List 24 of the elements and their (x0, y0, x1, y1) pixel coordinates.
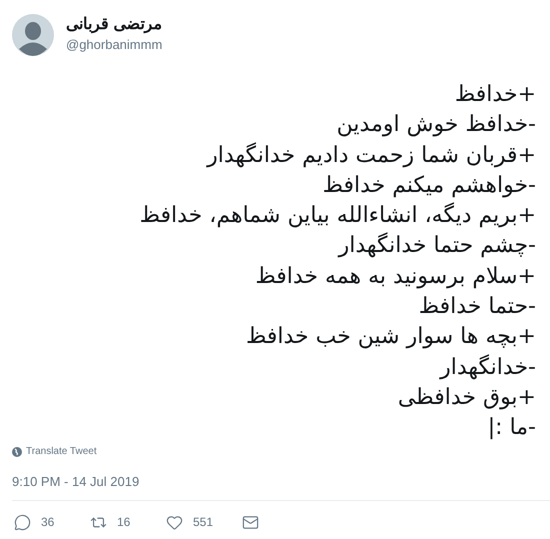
tweet-timestamp[interactable]: 9:10 PM - 14 Jul 2019 (12, 472, 140, 492)
reply-button[interactable]: 36 (14, 513, 54, 531)
avatar-icon[interactable] (12, 14, 54, 56)
tweet-text-line: -چشم حتما خدانگهدار (338, 231, 536, 260)
tweet-text-line: -ما :| (488, 414, 536, 442)
tweet-text-line: +قربان شما زحمت دادیم خدانگهدار (207, 141, 536, 170)
tweet-text-line: -خدانگهدار (440, 353, 536, 382)
author-handle[interactable]: @ghorbanimmm (66, 35, 162, 55)
retweet-button[interactable]: 16 (90, 513, 130, 531)
heart-icon (166, 514, 183, 530)
tweet-text-line: +سلام برسونید به همه خدافظ (255, 262, 536, 291)
reply-icon (14, 514, 31, 530)
translate-link[interactable]: Translate Tweet (26, 444, 97, 459)
tweet-text-line: +خدافظ (454, 81, 536, 109)
message-button[interactable] (242, 514, 259, 530)
tweet-text-line: -خواهشم میکنم خدافظ (322, 172, 536, 200)
tweet-text-line: -خدافظ خوش اومدین (336, 111, 536, 140)
tweet-text-line: +بچه ها سوار شین خب خدافظ (246, 323, 536, 352)
tweet-text-line: -حتما خدافظ (418, 293, 536, 322)
tweet-text-line: +بریم دیگه، انشاءالله بیاین شماهم، خدافظ (140, 201, 536, 230)
mail-icon (242, 514, 259, 530)
author-name[interactable]: مرتضی قربانی (66, 15, 162, 35)
like-button[interactable]: 551 (166, 513, 214, 531)
tweet-text-line: +بوق خدافظی (398, 384, 536, 412)
